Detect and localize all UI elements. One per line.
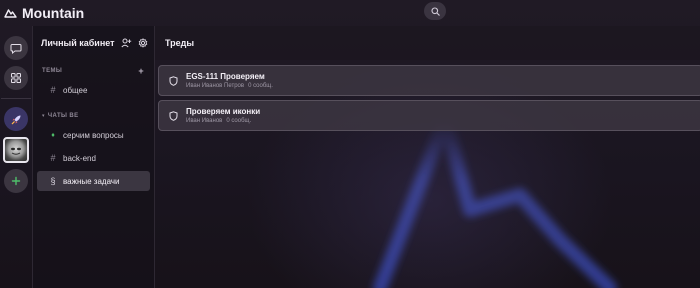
sidebar-header: Личный кабинет [33, 26, 154, 60]
topics-section-header: ТЕМЫ + [33, 64, 154, 78]
left-rail [0, 26, 32, 288]
avatar-face [11, 147, 21, 155]
collapse-chevron-icon: ▾ [42, 113, 45, 119]
main-panel: Треды EGS-111 Проверяем Иван Иванов Петр… [155, 26, 700, 288]
thread-card[interactable]: EGS-111 Проверяем Иван Иванов Петров 0 с… [158, 65, 700, 96]
shield-icon [169, 110, 178, 121]
search-icon [430, 6, 440, 16]
thread-message-count: 0 сообщ. [248, 83, 273, 89]
pin-icon: ♦ [51, 131, 55, 139]
topics-label: ТЕМЫ [42, 68, 63, 74]
grid-icon [11, 73, 21, 83]
thread-card[interactable]: Проверяем иконки Иван Иванов 0 сообщ. [158, 100, 700, 131]
app-name: Mountain [22, 5, 85, 21]
apps-rail-button[interactable] [4, 66, 28, 90]
chat-bubble-icon [10, 44, 22, 54]
sidebar-item-search-questions[interactable]: ♦ серчим вопросы [37, 125, 150, 145]
section-icon: § [50, 176, 56, 186]
thread-meta: Иван Иванов Петров 0 сообщ. [186, 83, 273, 89]
add-user-icon[interactable] [121, 38, 132, 48]
sidebar-item-label: важные задачи [63, 176, 120, 186]
main-header: Треды [155, 26, 700, 60]
sidebar-item-backend[interactable]: # back-end [37, 148, 150, 168]
hash-icon: # [50, 153, 56, 163]
chats-label: ЧАТЫ BE [47, 113, 79, 119]
app-logo[interactable]: Mountain [4, 5, 84, 21]
thread-message-count: 0 сообщ. [226, 118, 252, 124]
sidebar-item-label: back-end [63, 153, 96, 163]
thread-title: EGS-111 Проверяем [186, 72, 265, 81]
sidebar-item-general[interactable]: # общее [37, 80, 150, 100]
chats-rail-button[interactable] [4, 36, 28, 60]
page-title: Треды [165, 38, 195, 48]
add-workspace-button[interactable] [4, 169, 28, 193]
add-topic-button[interactable]: + [138, 66, 144, 76]
thread-author: Иван Иванов Петров [186, 83, 245, 89]
sidebar-item-label: общее [63, 85, 88, 95]
workspace-rocket-button[interactable] [4, 107, 28, 131]
avatar[interactable] [3, 137, 29, 163]
search-button[interactable] [424, 2, 446, 20]
thread-author: Иван Иванов [186, 118, 223, 124]
sidebar-title: Личный кабинет [41, 38, 115, 48]
hash-icon: # [50, 85, 56, 95]
gear-icon[interactable] [138, 38, 148, 48]
plus-icon [11, 176, 21, 186]
top-bar: Mountain [0, 0, 700, 26]
chats-section-header[interactable]: ▾ ЧАТЫ BE [33, 109, 154, 123]
thread-meta: Иван Иванов 0 сообщ. [186, 118, 260, 124]
sidebar: Личный кабинет ТЕМЫ + # общее ▾ ЧАТЫ BE … [32, 26, 155, 288]
sidebar-item-important-tasks[interactable]: § важные задачи [37, 171, 150, 191]
thread-title: Проверяем иконки [186, 107, 261, 116]
rocket-icon [11, 115, 20, 124]
shield-icon [169, 75, 178, 86]
sidebar-item-label: серчим вопросы [63, 130, 124, 140]
mountain-logo-icon [4, 9, 17, 18]
rail-divider [1, 98, 31, 99]
